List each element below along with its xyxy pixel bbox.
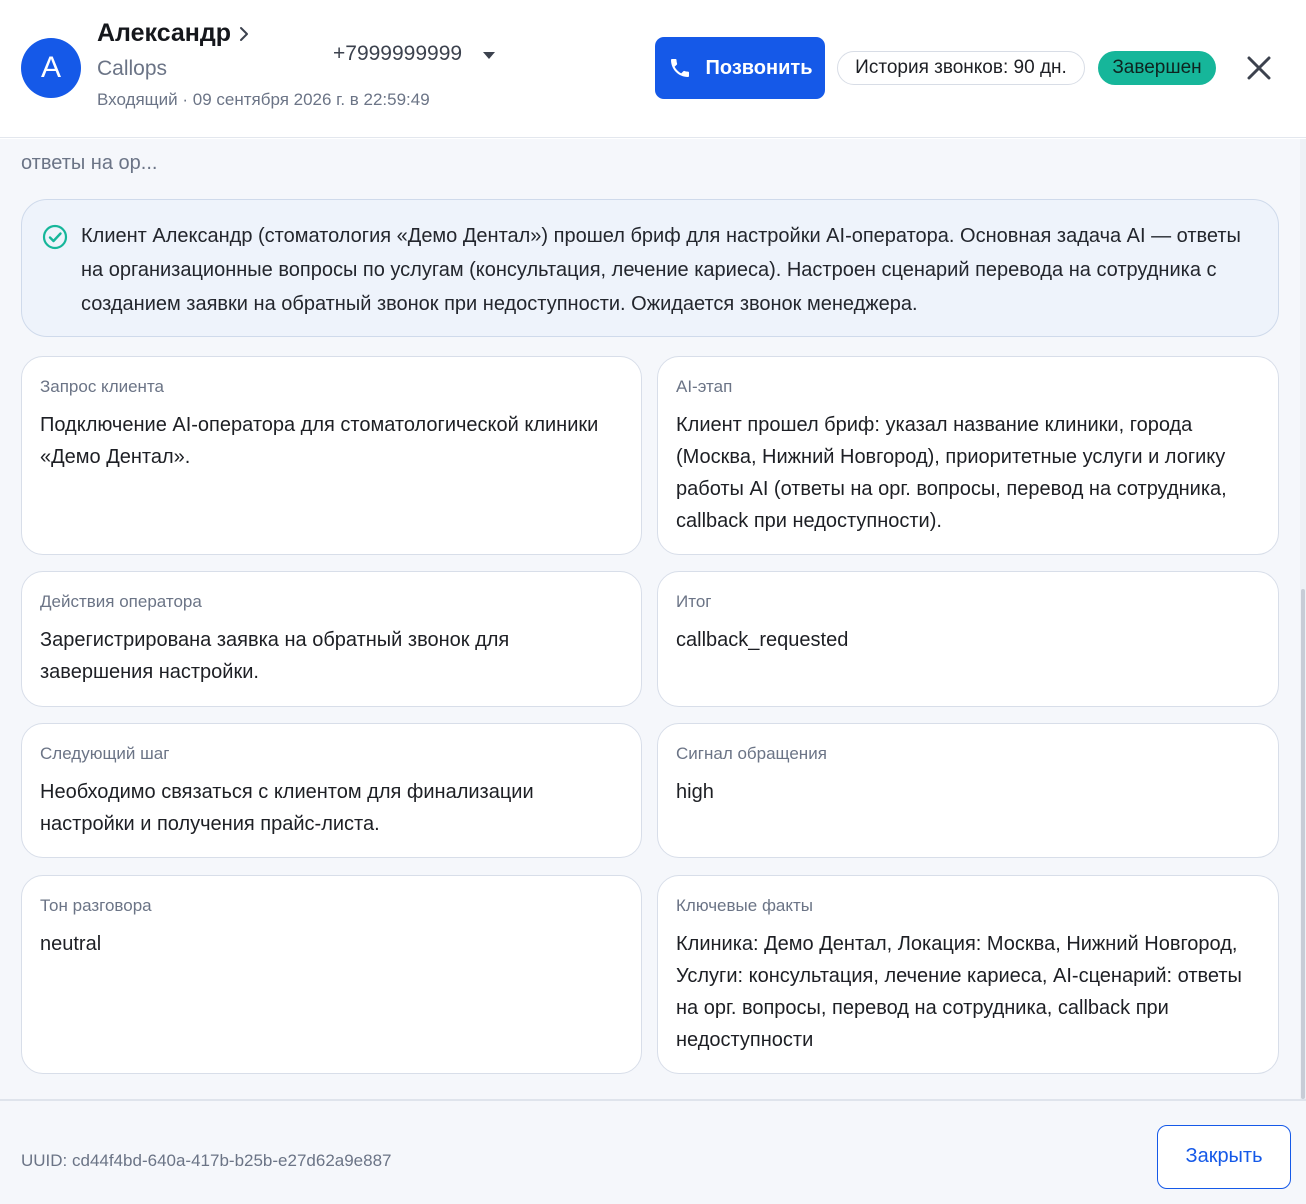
card-conversation-tone: Тон разговора neutral <box>21 875 642 1074</box>
card-request-signal: Сигнал обращения high <box>657 723 1279 858</box>
contact-name[interactable]: Александр <box>97 19 231 48</box>
card-label: Итог <box>676 592 712 611</box>
call-button[interactable]: Позвонить <box>655 37 825 99</box>
truncated-text: ответы на ор... <box>21 152 158 174</box>
card-value: Подключение AI-оператора для стоматологи… <box>40 414 599 468</box>
card-label: AI-этап <box>676 377 733 396</box>
phone-icon <box>670 59 689 77</box>
uuid-text: UUID: cd44f4bd-640a-417b-b25b-e27d62a9e8… <box>21 1151 392 1170</box>
close-button[interactable]: Закрыть <box>1157 1125 1291 1189</box>
phone-number-select[interactable]: +7999999999 <box>333 42 462 66</box>
call-button-label: Позвонить <box>705 56 813 79</box>
caret-down-icon[interactable] <box>482 50 496 60</box>
card-ai-stage: AI-этап Клиент прошел бриф: указал назва… <box>657 356 1279 555</box>
card-operator-actions: Действия оператора Зарегистрирована заяв… <box>21 571 642 707</box>
summary-box: Клиент Александр (стоматология «Демо Ден… <box>21 199 1279 337</box>
card-value: Клиника: Демо Дентал, Локация: Москва, Н… <box>676 933 1242 1051</box>
summary-text: Клиент Александр (стоматология «Демо Ден… <box>81 225 1241 315</box>
card-next-step: Следующий шаг Необходимо связаться с кли… <box>21 723 642 858</box>
dialog-header: A Александр Callops Входящий · 09 сентяб… <box>0 0 1306 138</box>
status-badge: Завершен <box>1098 51 1216 85</box>
chevron-right-icon[interactable] <box>236 24 252 44</box>
dialog-footer: UUID: cd44f4bd-640a-417b-b25b-e27d62a9e8… <box>0 1099 1306 1204</box>
check-circle-icon <box>42 224 68 250</box>
company-name: Callops <box>97 57 168 80</box>
card-value: Зарегистрирована заявка на обратный звон… <box>40 629 510 683</box>
scrollbar-thumb[interactable] <box>1301 589 1305 1099</box>
details-scroll-area[interactable]: ответы на ор... Клиент Александр (стомат… <box>0 139 1300 1099</box>
scrollbar[interactable] <box>1300 139 1306 1099</box>
card-value: callback_requested <box>676 629 849 651</box>
close-icon[interactable] <box>1244 53 1274 83</box>
call-meta: Входящий · 09 сентября 2026 г. в 22:59:4… <box>97 90 430 109</box>
card-client-request: Запрос клиента Подключение AI-оператора … <box>21 356 642 555</box>
card-value: Клиент прошел бриф: указал название клин… <box>676 414 1227 532</box>
card-label: Запрос клиента <box>40 377 164 396</box>
card-value: neutral <box>40 933 102 955</box>
card-label: Сигнал обращения <box>676 744 827 763</box>
card-value: high <box>676 781 714 803</box>
card-label: Ключевые факты <box>676 896 814 915</box>
card-value: Необходимо связаться с клиентом для фина… <box>40 781 534 835</box>
card-label: Тон разговора <box>40 896 152 915</box>
card-key-facts: Ключевые факты Клиника: Демо Дентал, Лок… <box>657 875 1279 1074</box>
avatar: A <box>21 38 81 98</box>
call-history-pill[interactable]: История звонков: 90 дн. <box>837 51 1085 85</box>
card-label: Действия оператора <box>40 592 202 611</box>
card-label: Следующий шаг <box>40 744 170 763</box>
card-result: Итог callback_requested <box>657 571 1279 707</box>
